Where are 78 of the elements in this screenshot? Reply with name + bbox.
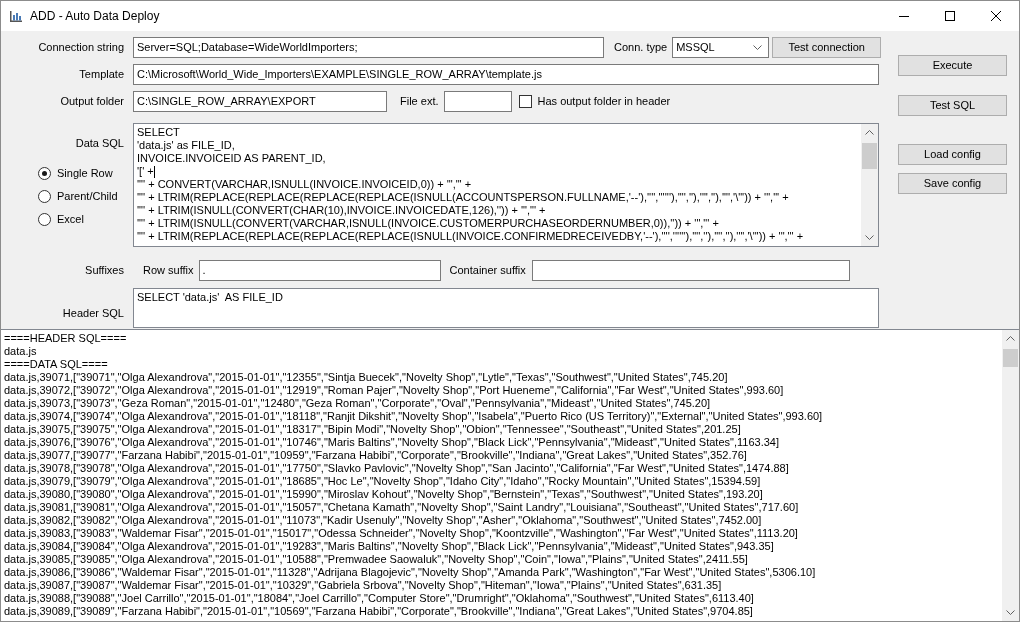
field-label: File ext. — [400, 94, 439, 110]
output-log[interactable] — [1, 329, 1019, 621]
field-label: Container suffix — [449, 262, 526, 278]
output-line: data.js,39071,["39071","Olga Alexandrova","2015-01-01","12355","Sintja Buecek","Novelty Shop","Lytle","Texas","Southwest","United States",745.20] — [4, 371, 728, 384]
template-path-field[interactable]: C:\Microsoft\World_Wide_Importers\EXAMPLE\SINGLE_ROW_ARRAY\template.js — [133, 64, 879, 85]
output-line: data.js,39076,["39076","Olga Alexandrova","2015-01-01","10746","Maris Baltins","Novelty Shop","Black Lick","Pennsylvania","Mideast","United States",1163.34] — [4, 436, 779, 449]
bar-chart-icon — [10, 10, 22, 22]
output-line: data.js,39075,["39075","Olga Alexandrova","2015-01-01","18317","Bipin Modi","Novelty Shop","Obion","Tennessee","Southeast","United States",201.25] — [4, 423, 741, 436]
output-line: data.js,39078,["39078","Olga Alexandrova","2015-01-01","17750","Slavko Pavlovic","Novelty Shop","San Jacinto","California","Far West","United States",1474.88] — [4, 462, 789, 475]
sql-line: '"' + LTRIM(REPLACE(REPLACE(REPLACE(REPLACE(ISNULL(INVOICE.CONFIRMEDRECEIVEDBY,'--'),'''',''''''),'"',''),'"',''),'"','\"')) + '","' + — [137, 230, 804, 243]
scroll-up-icon — [865, 130, 874, 135]
sql-line: '"' + LTRIM(REPLACE(REPLACE(REPLACE(REPLACE(ISNULL(ACCOUNTSPERSON.FULLNAME,'--'),'''',''''''),'"',''),'"',''),'"','\"')) + '","' + — [137, 191, 789, 204]
data-sql-editor[interactable] — [133, 123, 879, 247]
chevron-down-icon — [753, 45, 763, 50]
radio-option[interactable]: Excel — [38, 213, 124, 226]
scrollbar[interactable] — [1002, 330, 1019, 621]
output-line: data.js,39084,["39084","Olga Alexandrova","2015-01-01","19283","Maris Baltins","Novelty Shop","Black Lick","Pennsylvania","Mideast","United States",943.35] — [4, 540, 774, 553]
field-label: Header SQL — [62, 305, 124, 321]
conn-type-select[interactable]: MSSQL — [672, 37, 770, 58]
header-sql-editor[interactable]: SELECT 'data.js' AS FILE_ID — [133, 288, 879, 328]
sql-line: '"' + CONVERT(VARCHAR,ISNULL(INVOICE.INVOICEID,0)) + '","' + — [137, 178, 472, 191]
maximize-icon — [945, 11, 955, 21]
scrollbar-thumb[interactable] — [862, 143, 877, 169]
action-button[interactable]: Execute — [898, 55, 1007, 76]
sql-line: '"' + LTRIM(ISNULL(CONVERT(VARCHAR,ISNULL(INVOICE.CUSTOMERPURCHASEORDERNUMBER,0)),'')) + '","' + — [137, 217, 719, 230]
output-line: ====HEADER SQL==== — [4, 332, 127, 345]
checkbox-icon[interactable] — [518, 95, 532, 108]
sql-line: '"' + LTRIM(ISNULL(CONVERT(CHAR(10),INVOICE.INVOICEDATE,126),'')) + '","' + — [137, 204, 546, 217]
container-suffix-field[interactable] — [531, 259, 850, 281]
output-line: data.js,39089,["39089","Farzana Habibi","2015-01-01","10569","Farzana Habibi","Corporate","Brookville","Indiana","Great Lakes","United States",9704.85] — [4, 605, 753, 618]
sql-line: '[' + — [137, 165, 154, 178]
output-line: data.js,39082,["39082","Olga Alexandrova","2015-01-01","11073","Kadir Usenuly","Novelty Shop","Asher","Oklahoma","Southwest","United States",7452.00] — [4, 514, 762, 527]
field-label: Connection string — [38, 40, 124, 56]
output-line: data.js,39085,["39085","Olga Alexandrova","2015-01-01","10588","Premwadee Saowaluk","Novelty Shop","Coin","Iowa","Plains","United States",2411.55] — [4, 553, 748, 566]
field-label: Data SQL — [75, 137, 124, 150]
output-line: data.js,39081,["39081","Olga Alexandrova","2015-01-01","15057","Chetana Kamath","Novelty Shop","Saint Landry","Louisiana","Southeast","United States",717.60] — [4, 501, 799, 514]
scrollbar-thumb[interactable] — [1003, 349, 1018, 367]
output-line: data.js,39077,["39077","Farzana Habibi","2015-01-01","10959","Farzana Habibi","Corporate","Brookville","Indiana","Great Lakes","United States",352.76] — [4, 449, 747, 462]
test-connection-button[interactable]: Test connection — [772, 37, 882, 58]
close-icon — [991, 11, 1001, 21]
radio-option[interactable]: Parent/Child — [38, 190, 124, 203]
connection-string-field[interactable]: Server=SQL;Database=WideWorldImporters; — [133, 37, 604, 58]
sql-line: 'data.js' as FILE_ID, — [137, 139, 235, 152]
scroll-down-icon — [865, 235, 874, 240]
field-label: Template — [79, 67, 124, 83]
radio-icon[interactable] — [38, 167, 51, 180]
scrollbar[interactable] — [861, 124, 878, 246]
radio-icon[interactable] — [38, 213, 51, 226]
radio-icon[interactable] — [38, 190, 51, 203]
file-ext-field[interactable] — [443, 91, 512, 112]
field-label: Conn. type — [614, 40, 668, 56]
action-button[interactable]: Test SQL — [898, 95, 1007, 116]
output-line: data.js,39072,["39072","Olga Alexandrova","2015-01-01","12919","Roman Pajer","Novelty Shop","Port Hueneme","California","Far West","United States",993.60] — [4, 384, 784, 397]
output-line: ====DATA SQL==== — [4, 358, 108, 371]
radio-option[interactable]: Single Row — [38, 167, 124, 180]
output-line: data.js,39088,["39088","Joel Carrillo","2015-01-01","18084","Joel Carrillo","Computer Store","Drumright","Oklahoma","Southwest","United States",6113.40] — [4, 592, 754, 605]
action-button[interactable]: Load config — [898, 144, 1007, 165]
minimize-icon — [899, 15, 909, 17]
output-line: data.js,39087,["39087","Waldemar Fisar","2015-01-01","10329","Gabriela Srbova","Novelty Shop","Hiteman","Iowa","Plains","United States",631.35] — [4, 579, 722, 592]
window-title: ADD - Auto Data Deploy — [30, 8, 160, 25]
output-line: data.js — [4, 345, 37, 358]
output-folder-field[interactable]: C:\SINGLE_ROW_ARRAY\EXPORT — [133, 91, 387, 112]
scroll-down-icon — [1006, 610, 1015, 615]
sql-line: INVOICE.INVOICEID AS PARENT_ID, — [137, 152, 326, 165]
output-line: data.js,39073,["39073","Geza Roman","2015-01-01","12480","Geza Roman","Corporate","Oval","Pennsylvania","Mideast","United States",745.20] — [4, 397, 711, 410]
field-label: Output folder — [60, 94, 124, 110]
output-line: data.js,39080,["39080","Olga Alexandrova","2015-01-01","15990","Miroslav Kohout","Novelty Shop","Bernstein","Texas","Southwest","United States",193.20] — [4, 488, 763, 501]
output-line: data.js,39086,["39086","Waldemar Fisar","2015-01-01","11328","Adrijana Blagojevic","Novelty Shop","Amanda Park","Washington","Far West","United States",5306.10] — [4, 566, 816, 579]
sql-line: SELECT — [137, 126, 180, 139]
row-suffix-field[interactable]: . — [198, 259, 441, 281]
output-line: data.js,39074,["39074","Olga Alexandrova","2015-01-01","18118","Ranjit Dikshit","Novelty Shop","Isabela","Puerto Rico (US Territory)","External","United States",993.60] — [4, 410, 823, 423]
output-line: data.js,39079,["39079","Olga Alexandrova","2015-01-01","18685","Hoc Le","Novelty Shop","Idaho City","Idaho","Rocky Mountain","United States",15394.59] — [4, 475, 761, 488]
output-line: data.js,39083,["39083","Waldemar Fisar","2015-01-01","15017","Odessa Schneider","Novelty Shop","Koontzville","Washington","Far West","United States",1113.20] — [4, 527, 798, 540]
scroll-up-icon — [1006, 336, 1015, 341]
field-label: Suffixes — [85, 262, 124, 278]
field-label: Row suffix — [143, 262, 194, 278]
checkbox-option[interactable]: Has output folder in header — [518, 93, 671, 110]
action-button[interactable]: Save config — [898, 173, 1007, 194]
